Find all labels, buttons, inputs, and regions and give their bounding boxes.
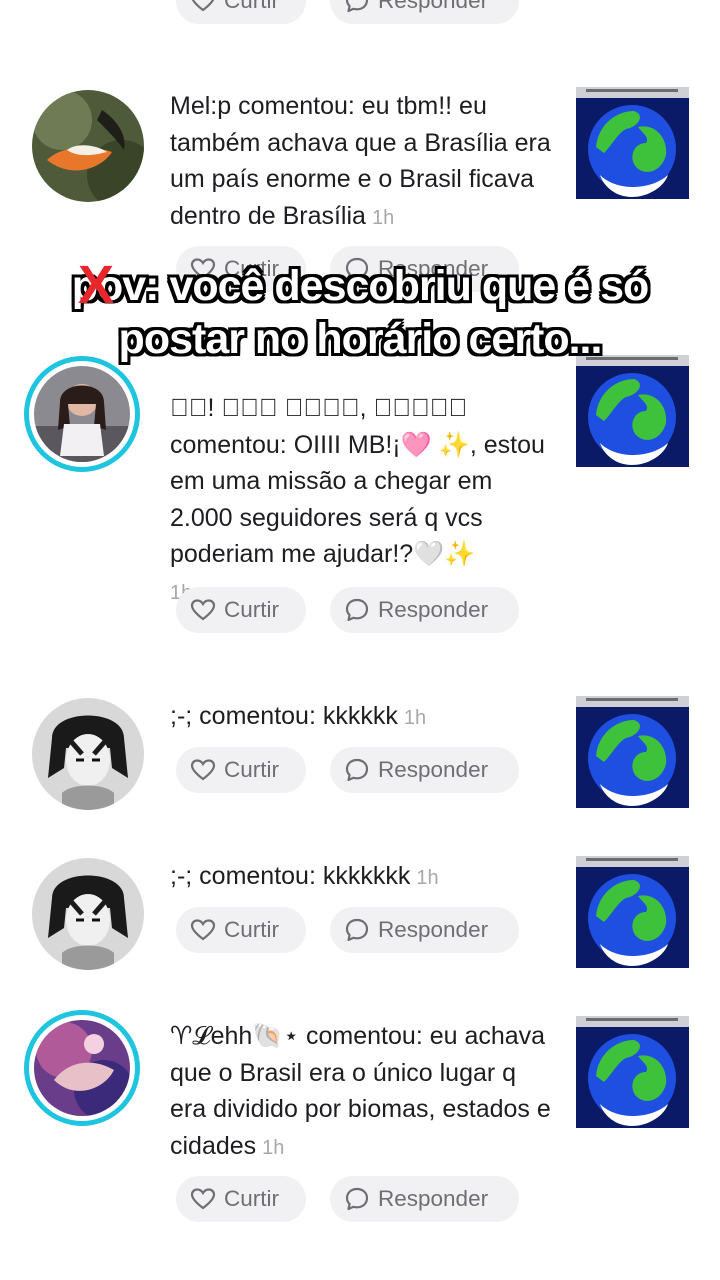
notification-text: ♈𝓛ehh🐚⋆ comentou: eu achava que o Brasil…: [170, 1018, 555, 1166]
globe-icon: [588, 373, 676, 465]
like-label: Curtir: [224, 757, 279, 782]
reply-label: Responder: [378, 757, 489, 782]
red-x-mark: X: [78, 255, 114, 315]
timestamp: 1h: [371, 206, 395, 229]
notification-text: ;-; comentou: kkkkkk 1h: [170, 698, 555, 737]
heart-icon: [190, 1188, 216, 1210]
heart-icon: [191, 0, 215, 12]
action-text: comentou:: [192, 702, 323, 730]
caption-overlay: pov: você descobriu que é só X postar no…: [0, 255, 720, 364]
globe-icon: [588, 714, 676, 806]
like-button[interactable]: Curtir: [176, 907, 306, 953]
video-thumbnail[interactable]: [576, 696, 689, 808]
timestamp: 1h: [416, 867, 439, 889]
like-button[interactable]: Curtir: [176, 0, 306, 24]
like-button[interactable]: Curtir: [176, 587, 306, 633]
action-text: comentou:: [170, 430, 294, 459]
reply-label: Responder: [378, 0, 489, 13]
comment-icon: [345, 0, 369, 13]
like-button[interactable]: Curtir: [176, 747, 306, 793]
username[interactable]: Mel:p: [170, 92, 231, 120]
like-label: Curtir: [224, 917, 279, 942]
comment-icon: [345, 598, 369, 622]
video-thumbnail[interactable]: [576, 856, 689, 968]
action-text: comentou:: [299, 1022, 430, 1050]
comment-icon: [345, 1187, 369, 1211]
comment-text: kkkkkk: [322, 702, 398, 730]
caption-line-2: postar no horário certo...: [118, 315, 603, 363]
timestamp: 1h: [403, 707, 427, 729]
username[interactable]: ♈𝓛ehh🐚⋆: [170, 1022, 299, 1050]
caption-line-1: pov: você descobriu que é só X: [0, 255, 720, 315]
notification-text: ♡⃝! 𝒞𝑜𝓂 𝒶𝓂𝑜𝓇, 𝑅𝑒𝒾♡⃝ comentou: OIIII MB!¡…: [170, 390, 555, 611]
globe-icon: [588, 105, 676, 197]
like-button[interactable]: Curtir: [176, 1176, 306, 1222]
heart-icon: [190, 759, 216, 781]
comment-text: kkkkkkk: [322, 862, 411, 890]
reply-label: Responder: [378, 1186, 489, 1211]
reply-button[interactable]: Responder: [330, 747, 519, 793]
reply-button[interactable]: Responder: [330, 907, 519, 953]
heart-icon: [190, 599, 216, 621]
like-label: Curtir: [224, 597, 279, 622]
username[interactable]: ;-;: [170, 702, 192, 730]
reply-button[interactable]: Responder: [330, 587, 519, 633]
caption-text: v: você descobriu que é só: [122, 262, 649, 310]
video-thumbnail[interactable]: [576, 87, 689, 199]
like-label: Curtir: [224, 1186, 279, 1211]
reply-label: Responder: [378, 917, 489, 942]
action-text: comentou:: [231, 92, 362, 120]
notification-text: Mel:p comentou: eu tbm!! eu também achav…: [170, 88, 555, 236]
avatar[interactable]: [24, 356, 140, 472]
heart-icon: [190, 919, 216, 941]
action-text: comentou:: [192, 862, 323, 890]
avatar[interactable]: [32, 858, 144, 970]
video-thumbnail[interactable]: [576, 1016, 689, 1128]
username[interactable]: ;-;: [170, 862, 192, 890]
avatar[interactable]: [32, 698, 144, 810]
video-thumbnail[interactable]: [576, 355, 689, 467]
reply-label: Responder: [378, 597, 489, 622]
avatar[interactable]: [24, 1010, 140, 1126]
username[interactable]: ♡⃝! 𝒞𝑜𝓂 𝒶𝓂𝑜𝓇, 𝑅𝑒𝒾♡⃝: [170, 394, 467, 422]
like-label: Curtir: [224, 0, 279, 13]
notification-text: ;-; comentou: kkkkkkk 1h: [170, 858, 555, 897]
avatar[interactable]: [32, 90, 144, 202]
comment-icon: [345, 758, 369, 782]
globe-icon: [588, 874, 676, 966]
globe-icon: [588, 1034, 676, 1126]
reply-button[interactable]: Responder: [330, 1176, 519, 1222]
reply-button[interactable]: Responder: [330, 0, 519, 24]
comment-icon: [345, 918, 369, 942]
timestamp: 1h: [262, 1136, 285, 1159]
